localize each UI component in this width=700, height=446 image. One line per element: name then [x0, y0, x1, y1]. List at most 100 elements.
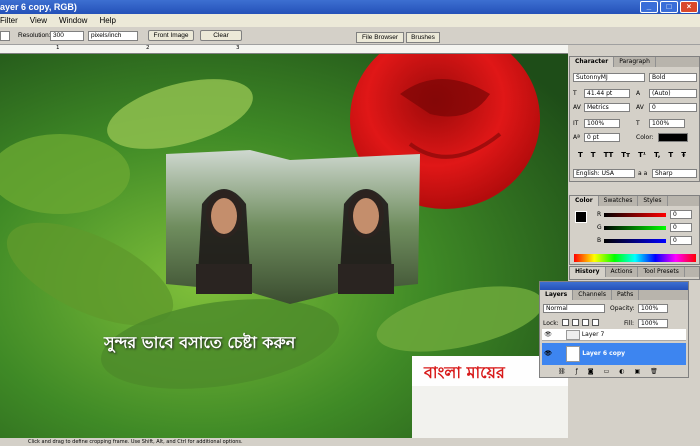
vertical-scale-icon: IT	[573, 120, 579, 127]
menu-view[interactable]: View	[24, 14, 53, 27]
brushes-tab[interactable]: Brushes	[406, 32, 440, 43]
maximize-button[interactable]: □	[660, 1, 678, 13]
visibility-eye-icon[interactable]: 👁	[542, 329, 554, 341]
vertical-scale-input[interactable]: 100%	[584, 119, 620, 128]
leading-input[interactable]: (Auto)	[649, 89, 697, 98]
menu-help[interactable]: Help	[93, 14, 121, 27]
blend-mode-select[interactable]: Normal	[543, 304, 605, 313]
layer-name: Layer 7	[581, 331, 605, 338]
document-canvas[interactable]: বাংলা মায়ের	[0, 54, 568, 438]
leading-icon: A	[636, 90, 641, 97]
menu-window[interactable]: Window	[53, 14, 93, 27]
faux-bold-button[interactable]: T	[578, 151, 583, 159]
tracking-icon: AV	[636, 104, 644, 111]
red-label: R	[597, 211, 602, 218]
tab-layers[interactable]: Layers	[540, 290, 574, 300]
body-left	[196, 264, 252, 294]
menu-filter[interactable]: Filter	[0, 14, 24, 27]
options-bar: Resolution: 300 pixels/inch Front Image …	[0, 27, 700, 45]
subscript-button[interactable]: T,	[654, 151, 660, 159]
link-layers-icon[interactable]: ⛓	[558, 368, 566, 375]
small-caps-button[interactable]: Tт	[621, 151, 630, 159]
file-browser-tab[interactable]: File Browser	[356, 32, 404, 43]
blue-slider[interactable]	[604, 239, 666, 243]
visibility-eye-icon[interactable]: 👁	[542, 343, 554, 365]
lock-icons	[562, 319, 599, 326]
opacity-input[interactable]: 100%	[638, 304, 668, 313]
layer-thumbnail	[566, 345, 581, 362]
kerning-input[interactable]: Metrics	[584, 103, 630, 112]
ruler-mark-2: 2	[146, 45, 150, 51]
resolution-input[interactable]: 300	[50, 31, 84, 41]
lock-pixels-icon[interactable]	[572, 319, 579, 326]
strikethrough-button[interactable]: Ŧ	[681, 151, 686, 159]
fill-input[interactable]: 100%	[638, 319, 668, 328]
font-style-select[interactable]: Bold	[649, 73, 697, 82]
baseline-shift-input[interactable]: 0 pt	[584, 133, 620, 142]
delete-layer-icon[interactable]: 🗑	[650, 368, 658, 375]
language-select[interactable]: English: USA	[573, 169, 635, 178]
layer-name: Layer 6 copy	[582, 350, 626, 357]
opacity-label: Opacity:	[610, 305, 635, 312]
kerning-icon: AV	[573, 104, 581, 111]
tab-styles[interactable]: Styles	[638, 196, 668, 206]
foreground-color-swatch[interactable]	[575, 211, 587, 223]
font-size-input[interactable]: 41.44 pt	[584, 89, 630, 98]
window-title: ayer 6 copy, RGB)	[0, 2, 77, 12]
tab-history[interactable]: History	[570, 267, 606, 277]
tab-channels[interactable]: Channels	[573, 290, 612, 300]
history-panel: History Actions Tool Presets	[569, 266, 700, 280]
layers-footer: ⛓ ƒ ◙ ▭ ◐ ▣ 🗑	[558, 368, 658, 375]
layer-row[interactable]: 👁 Layer 7	[542, 329, 686, 341]
tab-color[interactable]: Color	[570, 196, 599, 206]
type-style-buttons: T T TT Tт T¹ T, T Ŧ	[578, 151, 686, 159]
adjustment-layer-icon[interactable]: ◐	[619, 368, 624, 375]
anti-alias-select[interactable]: Sharp	[652, 169, 697, 178]
horizontal-ruler: 1 2 3	[0, 45, 568, 54]
baseline-shift-icon: Aª	[573, 134, 580, 141]
superscript-button[interactable]: T¹	[638, 151, 646, 159]
add-style-icon[interactable]: ƒ	[576, 368, 578, 375]
close-button[interactable]: ×	[680, 1, 698, 13]
status-bar: Click and drag to define cropping frame.…	[0, 438, 700, 446]
green-slider[interactable]	[604, 226, 666, 230]
text-color-swatch[interactable]	[658, 133, 688, 142]
character-panel: Character Paragraph SutonnyMJ Bold T 41.…	[569, 56, 700, 182]
new-set-icon[interactable]: ▭	[604, 368, 610, 375]
add-mask-icon[interactable]: ◙	[588, 368, 594, 375]
minimize-button[interactable]: _	[640, 1, 658, 13]
red-slider[interactable]	[604, 213, 666, 217]
underline-button[interactable]: T	[668, 151, 673, 159]
color-panel: Color Swatches Styles R 0 G 0 B 0	[569, 195, 700, 265]
layer-row-selected[interactable]: 👁 Layer 6 copy	[542, 343, 686, 365]
tab-paths[interactable]: Paths	[612, 290, 640, 300]
tab-swatches[interactable]: Swatches	[599, 196, 639, 206]
layers-panel-titlebar	[540, 282, 688, 290]
clear-button[interactable]: Clear	[200, 30, 242, 41]
faux-italic-button[interactable]: T	[591, 151, 596, 159]
resolution-unit-select[interactable]: pixels/inch	[88, 31, 138, 41]
tab-actions[interactable]: Actions	[606, 267, 639, 277]
lock-position-icon[interactable]	[582, 319, 589, 326]
font-size-icon: T	[573, 90, 577, 97]
new-layer-icon[interactable]: ▣	[635, 368, 641, 375]
lock-all-icon[interactable]	[592, 319, 599, 326]
tab-tool-presets[interactable]: Tool Presets	[638, 267, 685, 277]
color-ramp[interactable]	[574, 254, 696, 262]
tab-character[interactable]: Character	[570, 57, 615, 67]
width-field[interactable]	[0, 31, 10, 41]
blue-input[interactable]: 0	[670, 236, 692, 245]
tracking-input[interactable]: 0	[649, 103, 697, 112]
fill-label: Fill:	[624, 320, 635, 327]
menu-bar: Filter View Window Help	[0, 14, 700, 27]
red-input[interactable]: 0	[670, 210, 692, 219]
layer-thumbnail	[565, 329, 580, 340]
font-family-select[interactable]: SutonnyMJ	[573, 73, 645, 82]
layers-panel: Layers Channels Paths Normal Opacity: 10…	[539, 281, 689, 378]
green-input[interactable]: 0	[670, 223, 692, 232]
horizontal-scale-input[interactable]: 100%	[649, 119, 685, 128]
lock-transparency-icon[interactable]	[562, 319, 569, 326]
tab-paragraph[interactable]: Paragraph	[614, 57, 656, 67]
front-image-button[interactable]: Front Image	[148, 30, 194, 41]
all-caps-button[interactable]: TT	[604, 151, 614, 159]
